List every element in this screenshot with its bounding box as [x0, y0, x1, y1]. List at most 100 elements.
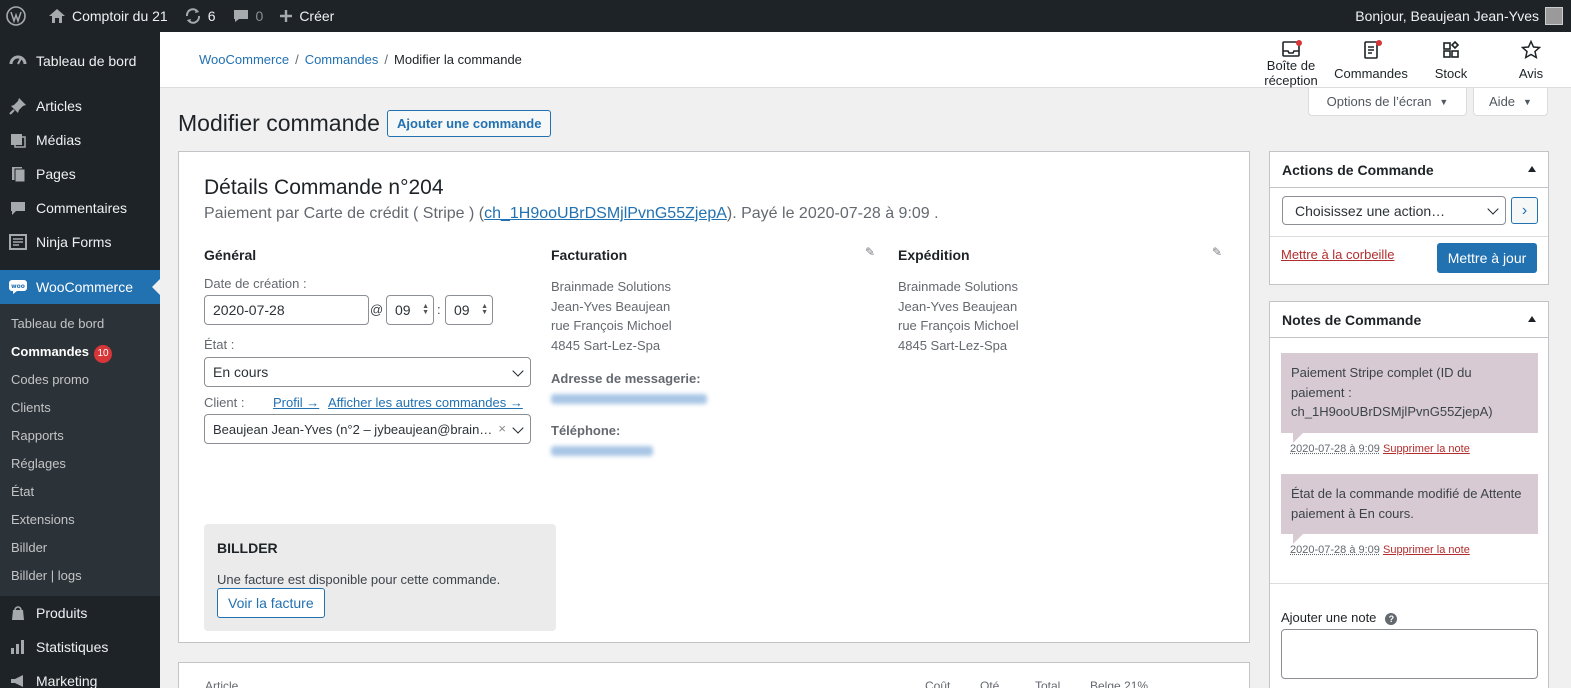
sidebar-item-medias[interactable]: Médias: [0, 123, 160, 157]
my-account[interactable]: Bonjour, Beaujean Jean-Yves: [1355, 7, 1571, 25]
submenu-status[interactable]: État: [0, 478, 160, 506]
products-icon: [8, 603, 28, 623]
wordpress-icon: [6, 6, 26, 26]
activity-toolbar: Boîte de réception Commandes Stock Avis: [1251, 32, 1571, 88]
collapse-arrow-icon[interactable]: [1528, 166, 1536, 172]
submenu-dashboard[interactable]: Tableau de bord: [0, 310, 160, 338]
chevron-right-icon: ›: [1522, 202, 1527, 220]
chevron-down-icon: [512, 422, 523, 433]
submenu-reports[interactable]: Rapports: [0, 422, 160, 450]
move-to-trash-link[interactable]: Mettre à la corbeille: [1281, 247, 1394, 262]
submenu-billder[interactable]: Billder: [0, 534, 160, 562]
order-notes-header[interactable]: Notes de Commande: [1270, 302, 1548, 338]
sidebar-item-pages[interactable]: Pages: [0, 157, 160, 191]
wordpress-logo[interactable]: [0, 0, 40, 32]
stock-icon: [1441, 40, 1461, 60]
submenu-settings[interactable]: Réglages: [0, 450, 160, 478]
comments-icon: [8, 198, 28, 218]
collapse-arrow-icon[interactable]: [1528, 316, 1536, 322]
payment-info: Paiement par Carte de crédit ( Stripe ) …: [204, 205, 939, 223]
col-cost: Coût: [925, 679, 950, 688]
site-name-link[interactable]: Comptoir du 21: [40, 0, 176, 32]
order-actions-header[interactable]: Actions de Commande: [1270, 152, 1548, 188]
col-qty: Qté: [980, 679, 999, 688]
breadcrumb: WooCommerce / Commandes / Modifier la comman…: [199, 52, 522, 67]
sidebar-item-articles[interactable]: Articles: [0, 89, 160, 123]
update-order-button[interactable]: Mettre à jour: [1437, 243, 1537, 273]
sidebar-item-marketing[interactable]: Marketing: [0, 664, 160, 688]
new-content-link[interactable]: Créer: [271, 0, 342, 32]
dashboard-icon: [8, 51, 28, 71]
updates-link[interactable]: 6: [176, 0, 224, 32]
breadcrumb-current: Modifier la commande: [394, 52, 522, 67]
inbox-button[interactable]: Boîte de réception: [1251, 32, 1331, 88]
submenu-coupons[interactable]: Codes promo: [0, 366, 160, 394]
comments-link[interactable]: 0: [224, 0, 272, 32]
client-select[interactable]: Beaujean Jean-Yves (n°2 – jybeaujean@bra…: [204, 414, 531, 444]
sidebar-item-ninja-forms[interactable]: Ninja Forms: [0, 225, 160, 259]
admin-bar: Comptoir du 21 6 0 Créer Bonjour, Beauje…: [0, 0, 1571, 32]
billing-phone-redacted[interactable]: [551, 446, 653, 456]
orders-unread-dot: [1376, 40, 1382, 46]
breadcrumb-woocommerce-link[interactable]: WooCommerce: [199, 52, 289, 67]
sidebar-item-dashboard[interactable]: Tableau de bord: [0, 44, 160, 78]
apply-action-button[interactable]: ›: [1511, 197, 1538, 224]
clear-client-icon[interactable]: ×: [498, 421, 506, 436]
site-name: Comptoir du 21: [72, 8, 168, 24]
minute-input[interactable]: 09 ▲ ▼: [445, 295, 493, 325]
submenu-orders[interactable]: Commandes 10: [0, 338, 160, 366]
submenu-billder-logs[interactable]: Billder | logs: [0, 562, 160, 590]
svg-text:woo: woo: [11, 283, 25, 290]
submenu-customers[interactable]: Clients: [0, 394, 160, 422]
sidebar-item-statistics[interactable]: Statistiques: [0, 630, 160, 664]
order-note: État de la commande modifié de Attente p…: [1281, 474, 1538, 534]
edit-billing-pencil-icon[interactable]: ✎: [865, 245, 875, 259]
delete-note-link[interactable]: Supprimer la note: [1383, 544, 1470, 556]
order-notes-box: Notes de Commande Paiement Stripe comple…: [1269, 301, 1549, 688]
edit-shipping-pencil-icon[interactable]: ✎: [1212, 245, 1222, 259]
reviews-button[interactable]: Avis: [1491, 32, 1571, 88]
sidebar-item-woocommerce[interactable]: woo WooCommerce: [0, 270, 160, 304]
caret-down-icon: ▼: [1439, 97, 1448, 107]
home-icon: [48, 8, 66, 24]
woocommerce-header: WooCommerce / Commandes / Modifier la comman…: [160, 32, 1571, 88]
chevron-down-icon: [512, 365, 523, 376]
sidebar-item-comments[interactable]: Commentaires: [0, 191, 160, 225]
date-input[interactable]: 2020-07-28: [204, 295, 369, 325]
breadcrumb-orders-link[interactable]: Commandes: [305, 52, 379, 67]
col-tax: Belge 21%: [1090, 679, 1148, 688]
general-heading: Général: [204, 247, 256, 263]
billing-email-label: Adresse de messagerie:: [551, 371, 701, 386]
help-button[interactable]: Aide ▼: [1473, 88, 1548, 116]
time-colon: :: [437, 302, 441, 317]
spinner-icon: ▲ ▼: [481, 304, 488, 316]
updates-icon: [184, 7, 202, 25]
client-profile-link[interactable]: Profil →: [273, 395, 319, 410]
spinner-icon: ▲ ▼: [422, 304, 429, 316]
client-other-orders-link[interactable]: Afficher les autres commandes →: [328, 395, 523, 410]
charge-id-link[interactable]: ch_1H9ooUBrDSMjlPvnG55ZjepA: [484, 205, 727, 222]
billder-text: Une facture est disponible pour cette co…: [217, 572, 500, 587]
add-order-button[interactable]: Ajouter une commande: [387, 110, 551, 137]
delete-note-link[interactable]: Supprimer la note: [1383, 443, 1470, 455]
billing-phone-label: Téléphone:: [551, 423, 620, 438]
status-select[interactable]: En cours: [204, 357, 531, 387]
sidebar-item-products[interactable]: Produits: [0, 596, 160, 630]
comments-count: 0: [256, 8, 264, 24]
stock-button[interactable]: Stock: [1411, 32, 1491, 88]
screen-options-button[interactable]: Options de l’écran ▼: [1308, 88, 1467, 116]
client-label: Client :: [204, 395, 244, 410]
pages-icon: [8, 164, 28, 184]
add-note-textarea[interactable]: [1281, 629, 1538, 679]
note-meta: 2020-07-28 à 9:09 Supprimer la note: [1290, 544, 1470, 556]
hour-input[interactable]: 09 ▲ ▼: [386, 295, 434, 325]
order-action-select[interactable]: Choisissez une action…: [1282, 196, 1506, 225]
help-icon[interactable]: ?: [1385, 613, 1397, 625]
submenu-extensions[interactable]: Extensions: [0, 506, 160, 534]
page-title: Modifier commande: [178, 110, 380, 137]
billing-email-redacted[interactable]: [551, 394, 707, 404]
orders-button[interactable]: Commandes: [1331, 32, 1411, 88]
col-total: Total: [1035, 679, 1060, 688]
view-invoice-button[interactable]: Voir la facture: [217, 588, 325, 618]
shipping-heading: Expédition: [898, 247, 970, 263]
